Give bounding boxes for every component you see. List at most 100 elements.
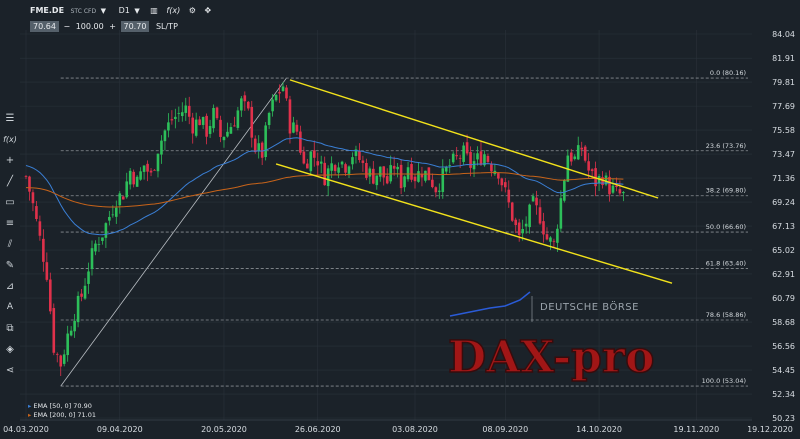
price-axis[interactable]: 84.04 81.91 79.81 77.69 75.58 73.47 71.36 69.24… (772, 30, 795, 423)
channel-upper-line (289, 79, 659, 199)
ema-lines (25, 137, 624, 236)
y-tick-label: 73.47 (772, 150, 795, 159)
candle-body (246, 101, 250, 109)
candle-body (160, 140, 163, 155)
watermark-wave (449, 291, 531, 317)
candle-body (35, 206, 38, 219)
candle-body (142, 165, 146, 172)
price-chart[interactable]: 0.0 (80.16) 23.6 (73.76) 38.2 (69.80) 50.0 … (0, 0, 800, 439)
candle-body (118, 193, 122, 206)
channel-tool-icon[interactable]: ⫽ (2, 234, 18, 255)
candle-body (399, 164, 403, 189)
levels-icon[interactable]: ⧉ (2, 318, 18, 339)
sltp-button[interactable]: SL/TP (156, 22, 178, 31)
fibonacci-tool-icon[interactable]: ≡ (2, 213, 18, 234)
candle-body (347, 166, 351, 174)
bar-chart-icon[interactable]: ▥ (150, 6, 158, 15)
candle-body (274, 94, 278, 101)
candle-body (458, 157, 462, 159)
candle-body (302, 151, 306, 164)
candle-body (413, 176, 417, 182)
candle-body (563, 180, 566, 201)
quantity-increase[interactable]: + (109, 22, 116, 31)
crosshair-icon[interactable]: ✥ (204, 6, 211, 15)
candle-body (177, 113, 181, 114)
settings-gear-icon[interactable]: ⚙ (189, 6, 196, 15)
candle-body (451, 153, 455, 163)
candle-body (576, 145, 580, 160)
candle-body (490, 164, 493, 172)
rectangle-tool-icon[interactable]: ▭ (2, 192, 18, 213)
candle-body (378, 166, 382, 177)
function-icon[interactable]: f(x) (2, 129, 18, 150)
ask-price[interactable]: 70.70 (120, 21, 150, 32)
candle-body (521, 229, 524, 234)
candle-body (215, 107, 219, 119)
candle-body (438, 190, 441, 192)
layers-icon[interactable]: ◈ (2, 339, 18, 360)
candle-body (226, 131, 229, 137)
quantity-input[interactable]: 100.00 (73, 21, 107, 32)
candle-body (608, 176, 611, 195)
candle-body (372, 168, 375, 184)
candle-body (229, 127, 233, 134)
list-icon[interactable]: ☰ (2, 108, 18, 129)
timeframe-selector[interactable]: D1 (119, 6, 130, 15)
legend-ema200[interactable]: ▸ EMA [200, 0] 71.01 (28, 411, 96, 420)
candle-body (375, 175, 379, 186)
candle-body (424, 170, 427, 181)
candle-body (406, 167, 410, 180)
candle-body (174, 116, 177, 120)
pencil-icon[interactable]: ✎ (2, 255, 18, 276)
y-tick-label: 60.79 (772, 294, 795, 303)
legend-ema50-icon: ▸ (28, 402, 32, 410)
candle-body (208, 126, 212, 134)
x-tick-label: 14.10.2020 (576, 425, 622, 434)
watermark-brand: DAX-pro (448, 332, 654, 383)
x-tick-label: 26.06.2020 (295, 425, 341, 434)
candle-body (170, 119, 174, 121)
watermark: DEUTSCHE BÖRSE DAX-pro (447, 291, 655, 384)
candle-body (271, 99, 274, 112)
text-tool-icon[interactable]: A (2, 297, 18, 318)
fib-level-label: 100.0 (53.04) (702, 377, 746, 385)
candle-body (167, 122, 170, 131)
candle-body (198, 119, 201, 126)
timeframe-dropdown-icon[interactable]: ▼ (134, 7, 139, 15)
gann-tool-icon[interactable]: ⊿ (2, 276, 18, 297)
candle-body (542, 221, 545, 235)
indicator-icon[interactable]: f(x) (166, 6, 180, 15)
candle-body (465, 142, 469, 154)
chart-window: 0.0 (80.16) 23.6 (73.76) 38.2 (69.80) 50.0 … (0, 0, 800, 439)
candle-body (469, 152, 472, 168)
candle-body (365, 162, 368, 178)
candle-body (233, 125, 236, 127)
x-tick-label: 08.09.2020 (482, 425, 528, 434)
candle-body (139, 171, 142, 180)
symbol-dropdown-icon[interactable]: ▼ (101, 7, 106, 15)
symbol-label[interactable]: FME.DE (30, 6, 64, 15)
candle-body (455, 155, 458, 157)
time-axis[interactable]: 04.03.2020 09.04.2020 20.05.2020 26.06.2020… (3, 419, 793, 434)
plus-icon[interactable]: + (2, 150, 18, 171)
candle-body (49, 279, 52, 312)
candle-body (52, 308, 56, 353)
fib-level-label: 50.0 (66.60) (706, 223, 746, 231)
bid-price[interactable]: 70.64 (30, 21, 59, 32)
candle-body (205, 115, 208, 137)
candle-body (219, 119, 222, 137)
candle-body (622, 192, 625, 194)
candle-body (45, 262, 49, 280)
candle-body (111, 214, 115, 216)
candle-body (184, 105, 188, 113)
line-tool-icon[interactable]: ╱ (2, 171, 18, 192)
legend-ema50-label: EMA [50, 0] 70.90 (33, 402, 92, 410)
candle-body (299, 131, 302, 153)
quantity-decrease[interactable]: − (63, 22, 70, 31)
candle-body (497, 173, 500, 179)
candle-body (260, 142, 264, 158)
legend-ema50[interactable]: ▸ EMA [50, 0] 70.90 (28, 402, 96, 411)
candle-body (163, 130, 167, 142)
candle-body (441, 168, 445, 192)
share-icon[interactable]: ⋖ (2, 360, 18, 381)
